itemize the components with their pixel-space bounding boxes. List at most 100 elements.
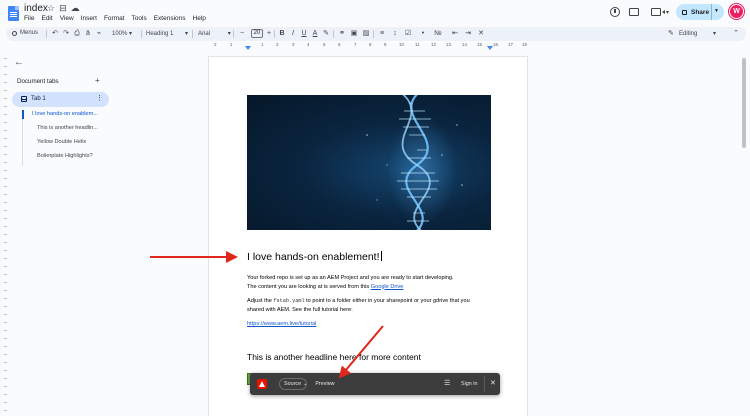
add-comment-icon[interactable]: ▣ bbox=[350, 30, 358, 38]
comments-icon[interactable] bbox=[629, 8, 639, 16]
editing-mode-select[interactable]: Editing ▾ bbox=[679, 30, 716, 38]
redo-icon[interactable]: ↷ bbox=[62, 30, 70, 38]
menu-help[interactable]: Help bbox=[193, 15, 206, 22]
bulleted-list-icon[interactable]: • bbox=[419, 30, 427, 38]
add-tab-icon[interactable]: + bbox=[95, 76, 100, 85]
sign-in-button[interactable]: Sign in bbox=[461, 381, 477, 387]
outline-item[interactable]: I love hands-on enablem... bbox=[32, 111, 98, 117]
move-folder-icon[interactable]: ⊟ bbox=[59, 3, 67, 14]
menu-format[interactable]: Format bbox=[104, 15, 125, 22]
vertical-ruler[interactable] bbox=[2, 54, 8, 416]
preview-button[interactable]: Preview bbox=[313, 378, 337, 390]
outline-item[interactable]: This is another headlin... bbox=[37, 125, 98, 131]
meet-icon[interactable] bbox=[651, 8, 665, 16]
menu-insert[interactable]: Insert bbox=[81, 15, 97, 22]
chevron-down-icon: ⌄ bbox=[303, 381, 308, 387]
spellcheck-icon[interactable]: ā bbox=[84, 30, 92, 38]
cloud-status-icon[interactable]: ☁ bbox=[71, 3, 80, 14]
source-dropdown[interactable]: Source ⌄ bbox=[279, 378, 307, 390]
text-color-icon[interactable]: A bbox=[311, 30, 319, 38]
bold-icon[interactable]: B bbox=[278, 30, 286, 38]
increase-indent-icon[interactable]: ⇥ bbox=[464, 30, 472, 38]
increase-font-icon[interactable]: + bbox=[265, 30, 273, 38]
chevron-up-icon[interactable]: ⌃ bbox=[732, 30, 740, 38]
avatar[interactable]: W bbox=[729, 4, 744, 19]
ruler-tick bbox=[4, 130, 7, 131]
insert-image-icon[interactable]: ▨ bbox=[362, 30, 370, 38]
title-bar: index ☆ ⊟ ☁ File Edit View Insert Format… bbox=[0, 0, 750, 26]
align-icon[interactable]: ≡ bbox=[378, 30, 386, 38]
tab-1[interactable]: Tab 1 ⋮ bbox=[12, 92, 109, 107]
dna-helix-image[interactable] bbox=[247, 95, 491, 230]
undo-icon[interactable]: ↶ bbox=[51, 30, 59, 38]
left-indent-marker[interactable] bbox=[245, 46, 251, 50]
print-icon[interactable]: ⎙ bbox=[73, 30, 81, 38]
google-drive-link[interactable]: Google Drive bbox=[371, 284, 404, 290]
zoom-select[interactable]: 100% ▾ bbox=[112, 30, 132, 38]
document-title[interactable]: index bbox=[24, 3, 48, 14]
ruler-number: 3 bbox=[292, 42, 295, 47]
menu-tools[interactable]: Tools bbox=[132, 15, 147, 22]
outline-item[interactable]: Yellow Double Helix bbox=[37, 139, 86, 145]
menu-file[interactable]: File bbox=[24, 15, 34, 22]
paragraph-intro[interactable]: Your forked repo is set up as an AEM Pro… bbox=[247, 274, 497, 291]
paint-format-icon[interactable]: ⌁ bbox=[95, 30, 103, 38]
ruler-tick bbox=[4, 58, 7, 59]
highlight-icon[interactable]: ✎ bbox=[322, 30, 330, 38]
paragraph-tutorial[interactable]: https://www.aem.live/tutorial bbox=[247, 320, 497, 329]
horizontal-ruler[interactable]: 2 1 1 2 3 4 5 6 7 8 9 10 11 12 13 14 15 … bbox=[208, 42, 528, 50]
adobe-logo-icon[interactable] bbox=[257, 379, 267, 389]
more-options-icon[interactable]: ⋮ bbox=[96, 94, 103, 102]
style-select[interactable]: Heading 1 ▾ bbox=[146, 30, 188, 38]
font-size-input[interactable]: 20 bbox=[251, 29, 263, 38]
checklist-icon[interactable]: ☑ bbox=[404, 30, 412, 38]
vertical-scrollbar[interactable] bbox=[742, 58, 746, 148]
heading-1[interactable]: I love hands-on enablement! bbox=[247, 251, 382, 263]
document-page[interactable]: I love hands-on enablement! Your forked … bbox=[208, 56, 528, 416]
share-label: Share bbox=[691, 8, 710, 16]
fstab-code: fstab.yaml bbox=[273, 298, 305, 304]
tutorial-link[interactable]: https://www.aem.live/tutorial bbox=[247, 321, 316, 327]
close-icon[interactable]: ✕ bbox=[490, 379, 496, 387]
search-menus[interactable]: Menus bbox=[12, 30, 38, 36]
line-spacing-icon[interactable]: ↕ bbox=[391, 30, 399, 38]
intro-line-1: Your forked repo is set up as an AEM Pro… bbox=[247, 275, 454, 281]
decrease-indent-icon[interactable]: ⇤ bbox=[451, 30, 459, 38]
toolbar-divider bbox=[484, 376, 485, 392]
numbered-list-icon[interactable]: № bbox=[434, 30, 442, 38]
ruler-tick bbox=[4, 106, 7, 107]
underline-icon[interactable]: U bbox=[300, 30, 308, 38]
ruler-tick bbox=[4, 218, 7, 219]
menu-view[interactable]: View bbox=[60, 15, 74, 22]
chevron-down-icon[interactable]: ▾ bbox=[666, 9, 669, 16]
ruler-tick bbox=[4, 266, 7, 267]
font-select[interactable]: Arial ▾ bbox=[198, 30, 231, 38]
share-chevron-down-icon[interactable]: ▼ bbox=[714, 8, 719, 14]
ruler-number: 11 bbox=[415, 42, 420, 47]
pencil-icon[interactable]: ✎ bbox=[668, 30, 675, 37]
italic-icon[interactable]: I bbox=[289, 30, 297, 38]
ruler-tick bbox=[4, 234, 7, 235]
ruler-number: 13 bbox=[446, 42, 452, 47]
decrease-font-icon[interactable]: − bbox=[238, 30, 246, 38]
ruler-tick bbox=[4, 378, 7, 379]
aem-sidekick-toolbar: Source ⌄ Preview ☰ Sign in ✕ bbox=[250, 373, 500, 395]
outline-item[interactable]: Boilerplate Highlights? bbox=[37, 153, 93, 159]
heading-2[interactable]: This is another headline here for more c… bbox=[247, 352, 421, 362]
menu-edit[interactable]: Edit bbox=[41, 15, 52, 22]
docs-logo-icon[interactable] bbox=[8, 6, 19, 21]
ruler-tick bbox=[4, 138, 7, 139]
ruler-tick bbox=[4, 282, 7, 283]
menu-extensions[interactable]: Extensions bbox=[154, 15, 186, 22]
ruler-number: 2 bbox=[214, 42, 217, 47]
clear-formatting-icon[interactable]: ✕ bbox=[477, 30, 485, 38]
link-icon[interactable]: ⚭ bbox=[338, 30, 346, 38]
back-arrow-icon[interactable]: ← bbox=[14, 57, 24, 68]
right-indent-marker[interactable] bbox=[487, 46, 493, 50]
hamburger-menu-icon[interactable]: ☰ bbox=[444, 380, 450, 387]
star-icon[interactable]: ☆ bbox=[47, 3, 55, 14]
version-history-icon[interactable] bbox=[610, 7, 620, 17]
toolbar-divider bbox=[141, 30, 142, 38]
ruler-tick bbox=[4, 98, 7, 99]
paragraph-fstab[interactable]: Adjust the fstab.yaml to point to a fold… bbox=[247, 297, 497, 314]
